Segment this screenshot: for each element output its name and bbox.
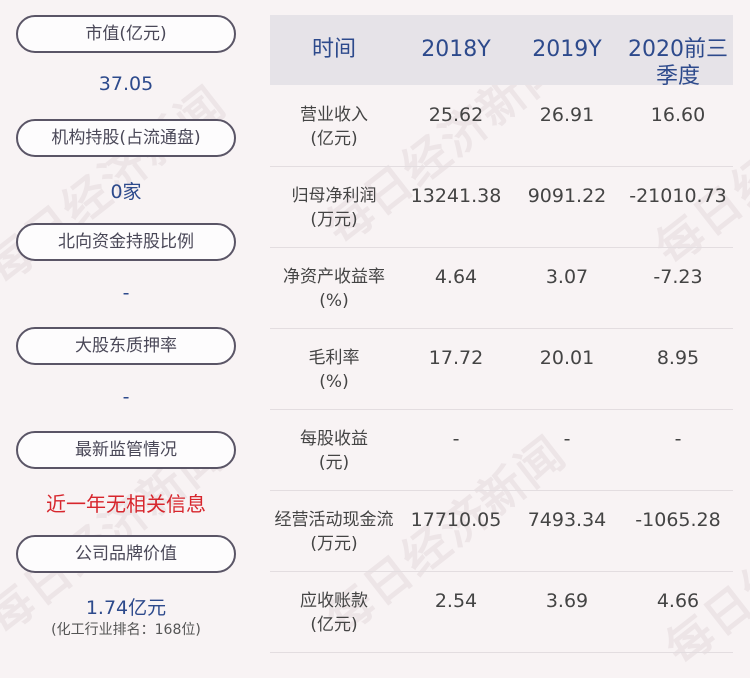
- table-cell: 4.64: [434, 266, 478, 288]
- pledge-ratio-value: -: [122, 386, 130, 408]
- header-2020-line1: 2020前三: [628, 37, 728, 62]
- table-row: 净资产收益率 (%) 4.64 3.07 -7.23: [270, 247, 733, 329]
- row-label-main: 应收账款: [300, 591, 368, 611]
- row-label-main: 经营活动现金流: [274, 510, 394, 530]
- regulatory-status-label: 最新监管情况: [16, 431, 236, 469]
- row-label-main: 营业收入: [300, 105, 368, 125]
- table-cell: 3.69: [545, 590, 589, 612]
- brand-rank-note: (化工行业排名：168位): [51, 622, 201, 638]
- table-cell: 7493.34: [527, 509, 607, 531]
- table-header: 时间 2018Y 2019Y 2020前三 季度: [270, 15, 733, 89]
- row-label-main: 毛利率: [308, 348, 360, 368]
- market-cap-label: 市值(亿元): [16, 15, 236, 53]
- table-row: 每股收益 (元) - - -: [270, 409, 733, 491]
- row-label-unit: (亿元): [310, 129, 358, 149]
- row-label-unit: (%): [319, 291, 349, 311]
- row-label: 应收账款 (亿元): [270, 589, 398, 637]
- header-2019: 2019Y: [532, 37, 602, 62]
- row-label-unit: (元): [318, 453, 350, 473]
- table-cell: 13241.38: [410, 185, 502, 207]
- table-cell: 4.66: [656, 590, 700, 612]
- table-cell: -7.23: [653, 266, 703, 288]
- brand-value-label: 公司品牌价值: [16, 535, 236, 573]
- market-cap-value: 37.05: [98, 73, 154, 95]
- row-label-main: 归母净利润: [291, 186, 377, 206]
- row-label: 每股收益 (元): [270, 427, 398, 475]
- table-cell: 17710.05: [410, 509, 502, 531]
- institutional-holding-value: 0家: [110, 181, 142, 203]
- header-2018: 2018Y: [421, 37, 491, 62]
- row-label: 经营活动现金流 (万元): [270, 508, 398, 556]
- table-row: 经营活动现金流 (万元) 17710.05 7493.34 -1065.28: [270, 490, 733, 572]
- table-row: 毛利率 (%) 17.72 20.01 8.95: [270, 328, 733, 410]
- row-label: 营业收入 (亿元): [270, 103, 398, 151]
- northbound-ratio-label: 北向资金持股比例: [16, 223, 236, 261]
- row-label-main: 每股收益: [300, 429, 368, 449]
- table-row: 归母净利润 (万元) 13241.38 9091.22 -21010.73: [270, 166, 733, 248]
- institutional-holding-label: 机构持股(占流通盘): [16, 119, 236, 157]
- row-label-unit: (万元): [310, 534, 358, 554]
- row-label: 净资产收益率 (%): [270, 265, 398, 313]
- brand-value-value: 1.74亿元: [85, 597, 167, 619]
- row-label-unit: (万元): [310, 210, 358, 230]
- table-cell: 3.07: [545, 266, 589, 288]
- table-cell: -: [452, 428, 460, 450]
- table-row: 营业收入 (亿元) 25.62 26.91 16.60: [270, 85, 733, 167]
- regulatory-status-value: 近一年无相关信息: [46, 492, 206, 516]
- table-cell: 2.54: [434, 590, 478, 612]
- row-label-unit: (%): [319, 372, 349, 392]
- table-cell: -: [674, 428, 682, 450]
- table-cell: 20.01: [539, 347, 595, 369]
- pledge-ratio-label: 大股东质押率: [16, 327, 236, 365]
- row-label: 归母净利润 (万元): [270, 184, 398, 232]
- table-cell: 25.62: [428, 104, 484, 126]
- table-cell: 26.91: [539, 104, 595, 126]
- table-cell: 9091.22: [527, 185, 607, 207]
- header-2020: 2020前三 季度: [617, 36, 739, 90]
- table-cell: 8.95: [656, 347, 700, 369]
- northbound-ratio-value: -: [122, 282, 130, 304]
- table-cell: 17.72: [428, 347, 484, 369]
- table-row: 应收账款 (亿元) 2.54 3.69 4.66: [270, 571, 733, 653]
- table-cell: -1065.28: [635, 509, 721, 531]
- row-label-unit: (亿元): [310, 615, 358, 635]
- table-cell: -21010.73: [629, 185, 727, 207]
- table-cell: 16.60: [650, 104, 706, 126]
- header-time: 时间: [311, 37, 356, 62]
- row-label: 毛利率 (%): [270, 346, 398, 394]
- table-cell: -: [563, 428, 571, 450]
- row-label-main: 净资产收益率: [283, 267, 385, 287]
